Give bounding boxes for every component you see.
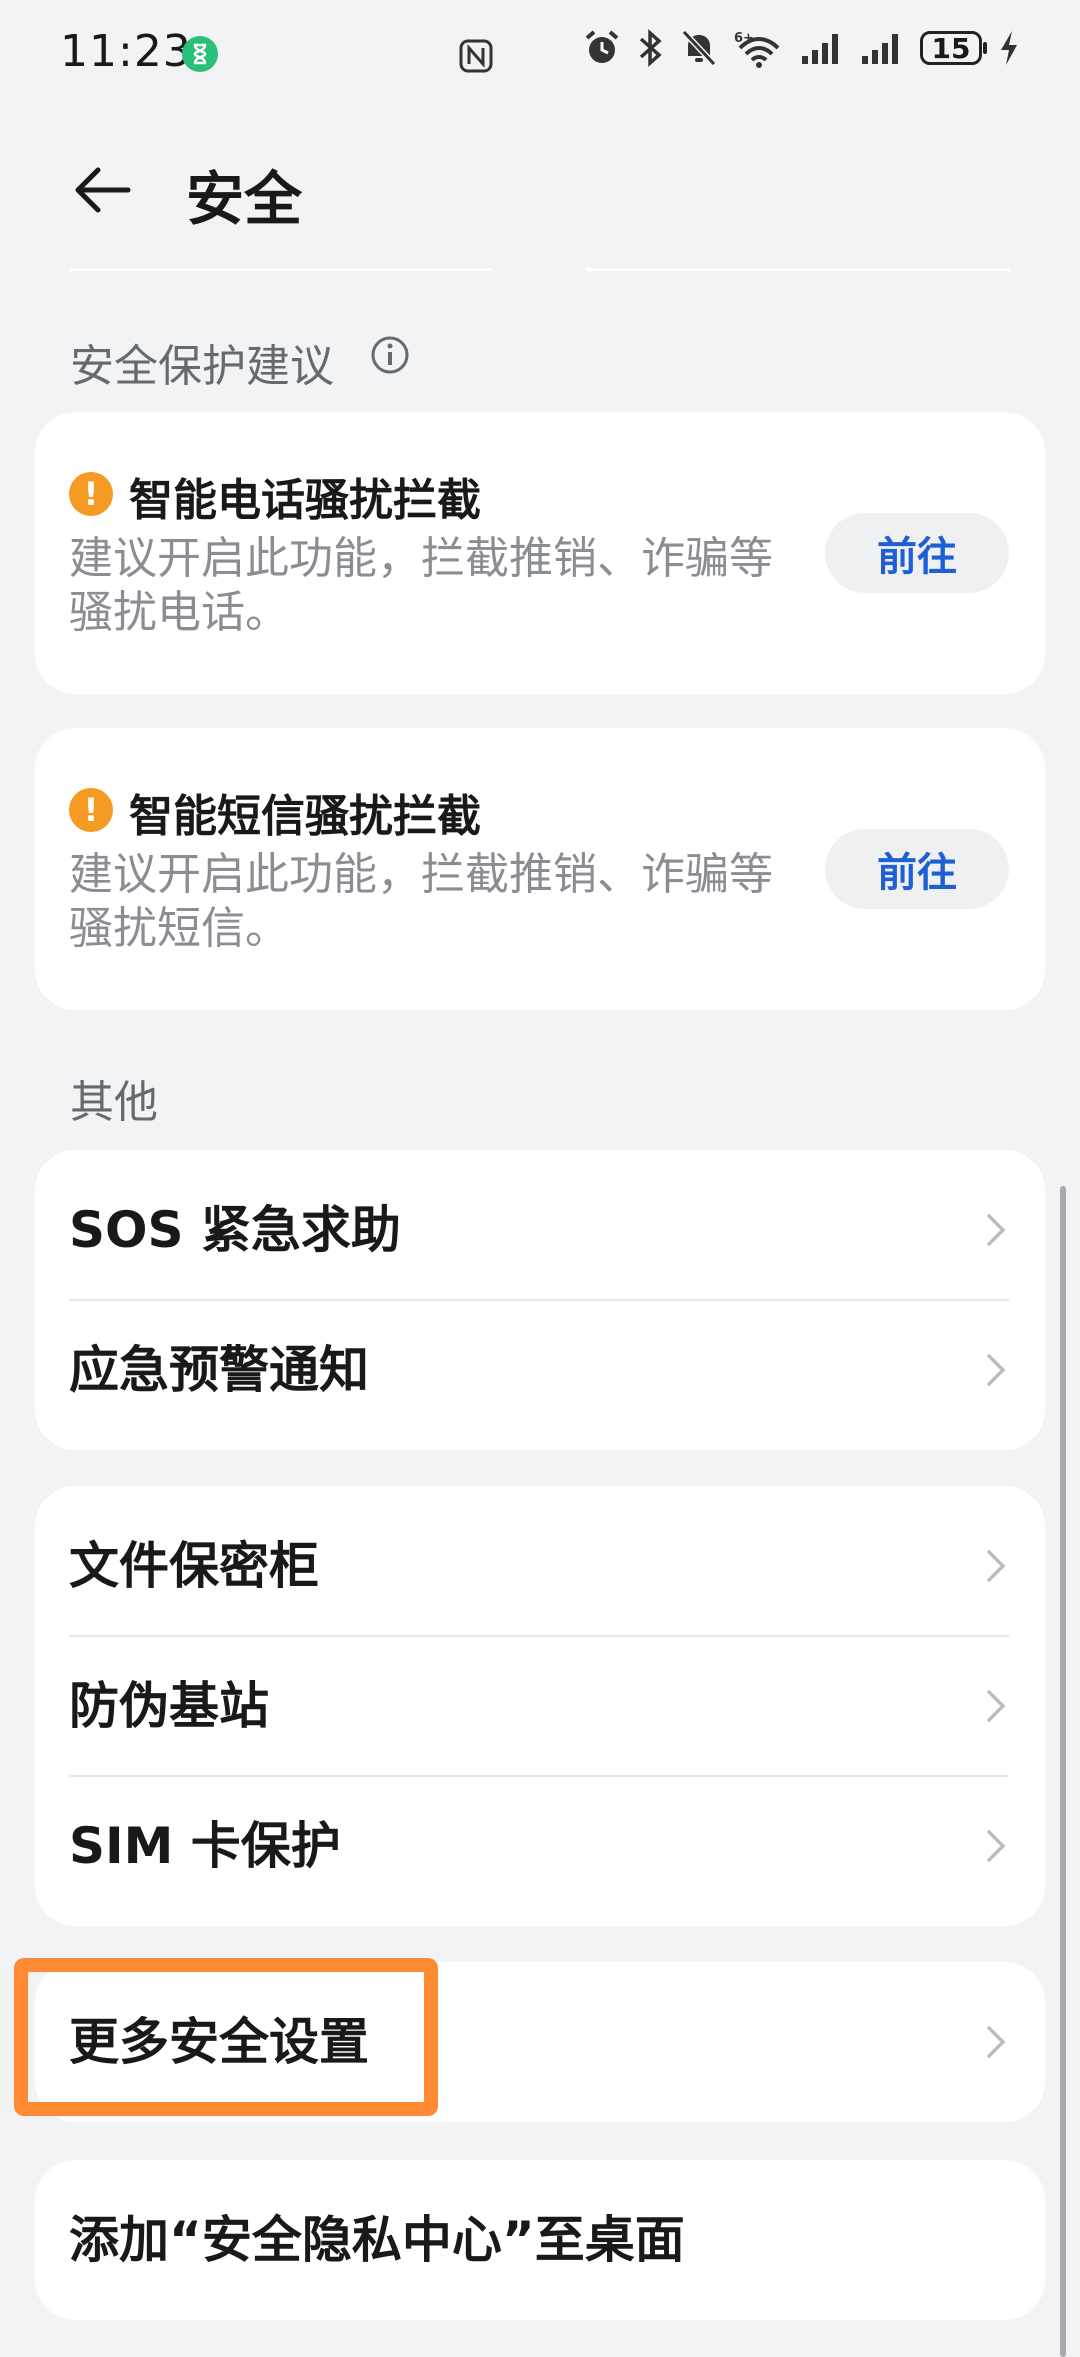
list-item-sos[interactable]: SOS 紧急求助: [35, 1160, 1045, 1300]
suggestion-title: 智能电话骚扰拦截: [129, 475, 481, 526]
list-item-label: SIM 卡保护: [69, 1817, 341, 1875]
tab-divider: [586, 268, 1010, 271]
page-title: 安全: [186, 165, 303, 233]
chevron-right-icon: [987, 1550, 1006, 1582]
list-item-sim-protection[interactable]: SIM 卡保护: [35, 1776, 1045, 1916]
warning-icon: !: [69, 472, 113, 516]
chevron-right-icon: [987, 1690, 1006, 1722]
settings-group: 添加“安全隐私中心”至桌面: [35, 2160, 1045, 2320]
settings-group: 更多安全设置: [35, 1962, 1045, 2122]
chevron-right-icon: [987, 1214, 1006, 1246]
chevron-right-icon: [987, 1354, 1006, 1386]
list-item-label: 防伪基站: [69, 1677, 269, 1735]
list-item-label: 文件保密柜: [69, 1537, 319, 1595]
mute-icon: [680, 28, 718, 68]
list-item-more-security-settings[interactable]: 更多安全设置: [35, 1972, 1045, 2112]
list-item-anti-fake-station[interactable]: 防伪基站: [35, 1636, 1045, 1776]
battery-icon: 15: [920, 31, 987, 65]
list-item-label: SOS 紧急求助: [69, 1201, 401, 1259]
hourglass-icon: [182, 36, 218, 72]
section-label-suggestions: 安全保护建议: [70, 341, 334, 392]
suggestion-description: 建议开启此功能，拦截推销、诈骗等骚扰电话。: [69, 533, 773, 638]
arrow-left-icon[interactable]: [70, 158, 134, 222]
warning-icon: !: [69, 788, 113, 832]
suggestion-card: ! 智能电话骚扰拦截 建议开启此功能，拦截推销、诈骗等骚扰电话。 前往: [35, 412, 1045, 694]
suggestion-description: 建议开启此功能，拦截推销、诈骗等骚扰短信。: [69, 849, 773, 954]
status-time: 11:23: [60, 26, 192, 77]
tab-divider: [70, 268, 492, 271]
settings-group: SOS 紧急求助 应急预警通知: [35, 1150, 1045, 1450]
alarm-icon: [582, 28, 622, 68]
go-button[interactable]: 前往: [825, 513, 1009, 593]
scrollbar[interactable]: [1060, 1186, 1066, 2357]
chevron-right-icon: [987, 1830, 1006, 1862]
signal-icon: [860, 28, 904, 68]
charging-icon: [998, 28, 1020, 68]
go-button[interactable]: 前往: [825, 829, 1009, 909]
signal-icon: [800, 28, 844, 68]
list-item-emergency-alerts[interactable]: 应急预警通知: [35, 1300, 1045, 1440]
status-bar: 11:23 6+ 15: [0, 0, 1080, 110]
suggestion-title: 智能短信骚扰拦截: [129, 791, 481, 842]
settings-group: 文件保密柜 防伪基站 SIM 卡保护: [35, 1486, 1045, 1926]
chevron-right-icon: [987, 2026, 1006, 2058]
bluetooth-icon: [638, 28, 664, 68]
list-item-label: 添加“安全隐私中心”至桌面: [69, 2211, 685, 2269]
suggestion-card: ! 智能短信骚扰拦截 建议开启此功能，拦截推销、诈骗等骚扰短信。 前往: [35, 728, 1045, 1010]
list-item-label: 更多安全设置: [69, 2013, 369, 2071]
battery-level: 15: [931, 31, 971, 65]
list-item-file-safe[interactable]: 文件保密柜: [35, 1496, 1045, 1636]
info-icon[interactable]: [370, 335, 410, 375]
section-label-others: 其他: [70, 1077, 158, 1128]
list-item-label: 应急预警通知: [69, 1341, 369, 1399]
list-item-add-to-desktop[interactable]: 添加“安全隐私中心”至桌面: [35, 2170, 1045, 2310]
nfc-icon: [458, 38, 494, 78]
wifi-icon: 6+: [734, 28, 784, 68]
